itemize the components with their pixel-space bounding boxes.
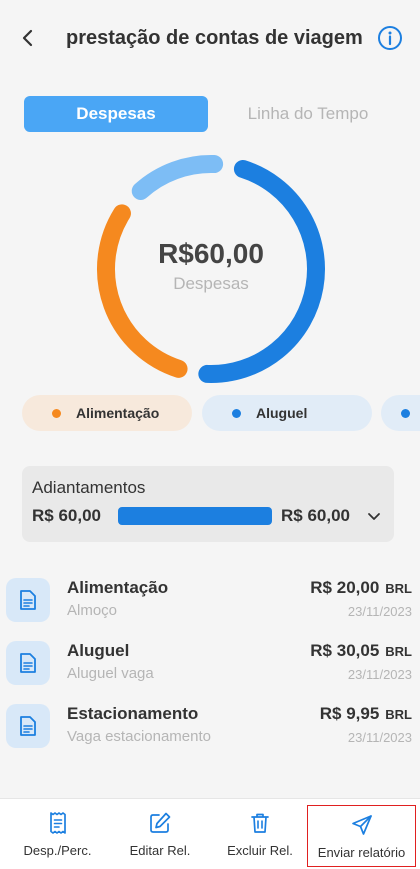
document-icon [6,578,50,622]
advances-progress-bar [118,507,272,525]
tab-linha-do-tempo[interactable]: Linha do Tempo [212,96,404,132]
expense-row[interactable]: Estacionamento Vaga estacionamento R$ 9,… [0,696,420,756]
expense-description: Vaga estacionamento [67,728,211,745]
app-header: prestação de contas de viagem [0,0,420,76]
chip-label: Aluguel [256,405,308,421]
expense-value: R$ 30,05 [310,641,380,660]
delete-report-button[interactable]: Excluir Rel. [205,799,315,869]
send-icon [351,814,372,835]
chip-dot [52,409,61,418]
donut-segment-estacionamento [131,155,224,200]
nav-label: Editar Rel. [129,842,191,858]
advances-used-value: R$ 60,00 [32,506,101,525]
trash-icon [251,813,269,833]
chip-alimentacao[interactable]: Alimentação [22,395,192,431]
desp-perc-button[interactable]: Desp./Perc. [0,799,115,869]
expense-currency: BRL [385,581,412,596]
expense-name: Aluguel [67,641,130,660]
chevron-left-icon [22,29,33,47]
advances-total-value: R$ 60,00 [281,506,350,525]
expense-value: R$ 9,95 [319,704,380,723]
chip-dot [401,409,410,418]
tab-despesas[interactable]: Despesas [24,96,208,132]
expense-name: Alimentação [67,578,169,597]
bottom-action-bar: Desp./Perc. Editar Rel. Excluir Rel. Env… [0,798,420,869]
expense-currency: BRL [385,644,412,659]
expense-name: Estacionamento [67,704,199,723]
document-icon [6,641,50,685]
expense-date: 23/11/2023 [347,667,412,682]
expense-row[interactable]: Alimentação Almoço R$ 20,00 BRL 23/11/202… [0,570,420,630]
expense-amount: R$ 20,00 BRL [310,578,412,598]
chip-aluguel[interactable]: Aluguel [202,395,372,431]
chevron-down-icon[interactable] [366,508,382,524]
advances-title: Adiantamentos [32,478,146,497]
expense-amount: R$ 30,05 BRL [310,641,412,661]
category-chips: Alimentação Aluguel [0,395,420,431]
expense-date: 23/11/2023 [347,730,412,745]
info-button[interactable] [376,24,404,52]
total-label: Despesas [173,274,249,293]
edit-icon [150,812,171,833]
nav-label: Enviar relatório [317,844,406,860]
edit-report-button[interactable]: Editar Rel. [105,799,215,869]
expense-description: Aluguel vaga [67,665,154,682]
advances-card[interactable]: Adiantamentos R$ 60,00 R$ 60,00 [22,466,394,542]
chip-label: Alimentação [76,405,160,421]
chip-estacionamento[interactable] [381,395,420,431]
total-amount: R$60,00 [158,238,264,269]
expense-amount: R$ 9,95 BRL [320,704,412,724]
expense-value: R$ 20,00 [310,578,380,597]
expense-currency: BRL [385,707,412,722]
chip-dot [232,409,241,418]
page-title: prestação de contas de viagem [66,27,363,49]
back-button[interactable] [14,24,42,52]
expense-row[interactable]: Aluguel Aluguel vaga R$ 30,05 BRL 23/11/2… [0,633,420,693]
document-icon [6,704,50,748]
donut-segment-aluguel [198,159,325,383]
expense-description: Almoço [67,602,118,619]
send-report-button[interactable]: Enviar relatório [307,805,416,867]
view-tabs: Despesas Linha do Tempo [24,96,404,132]
expense-date: 23/11/2023 [347,604,412,619]
info-icon [378,26,402,50]
receipt-icon [49,811,66,834]
nav-label: Excluir Rel. [227,842,293,858]
nav-label: Desp./Perc. [23,842,92,858]
